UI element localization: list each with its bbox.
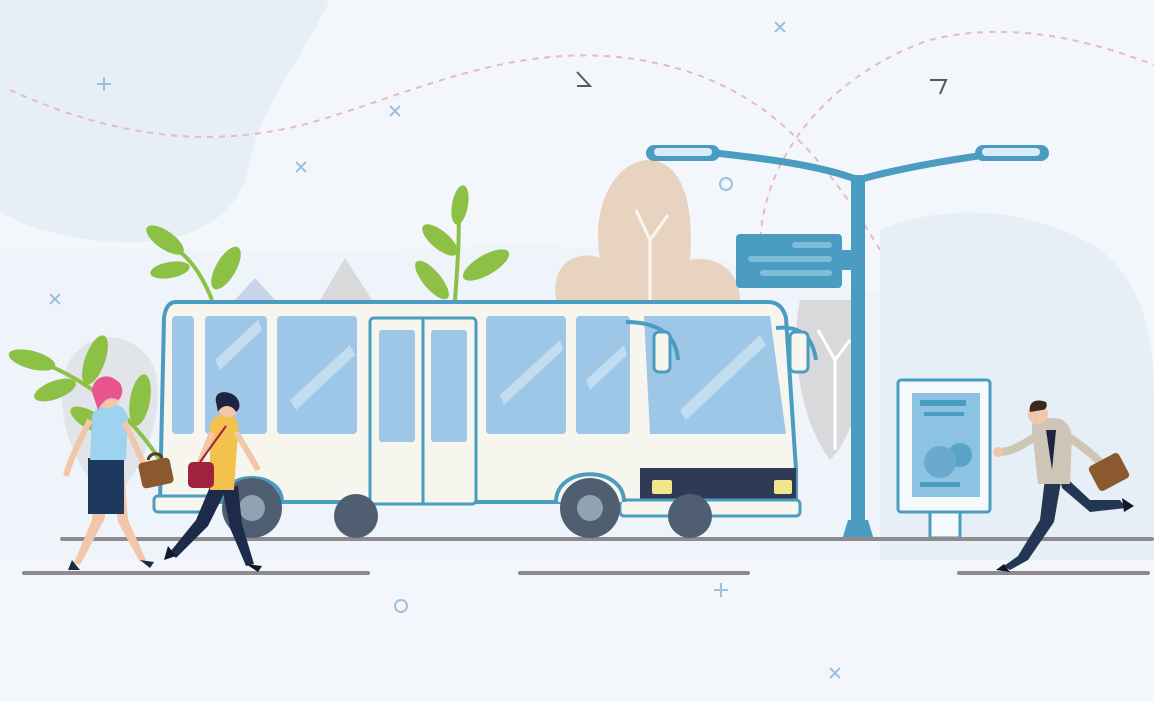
bus-stop-sign xyxy=(736,234,854,288)
bus-door xyxy=(368,316,478,506)
bus-stop-illustration xyxy=(0,0,1154,702)
bus xyxy=(152,300,818,538)
